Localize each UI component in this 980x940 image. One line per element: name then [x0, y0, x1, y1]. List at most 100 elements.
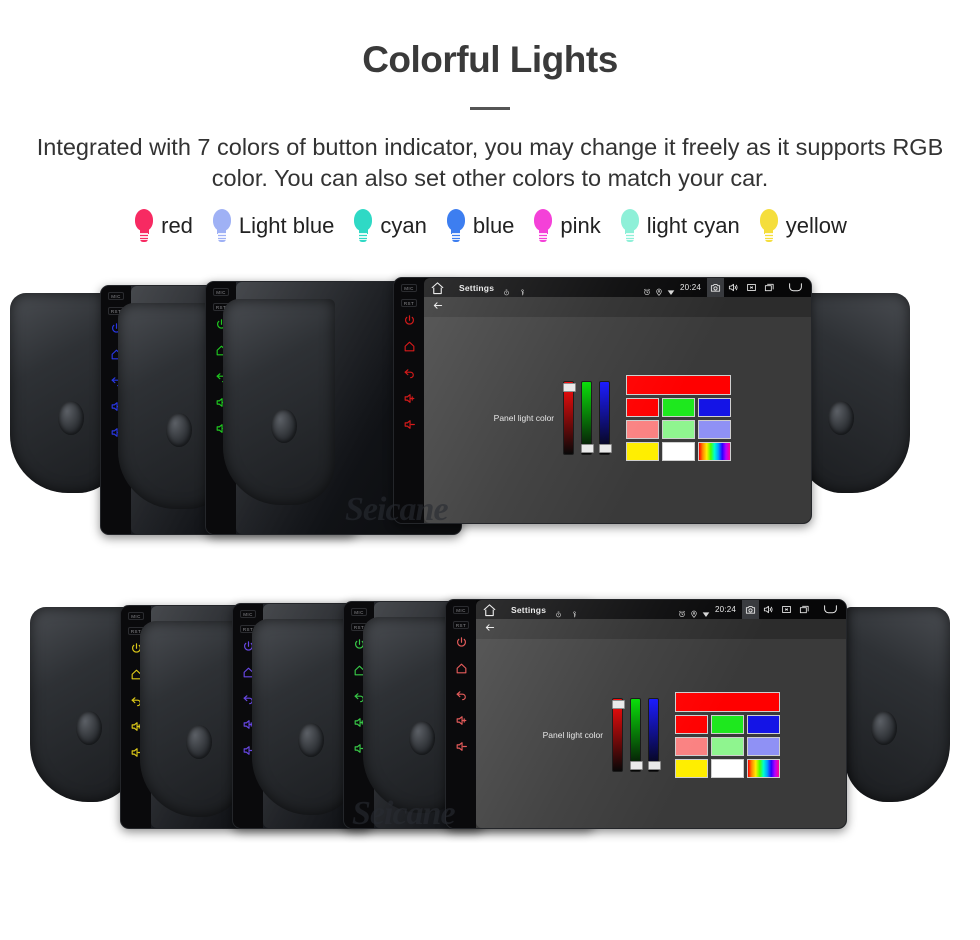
arrow-left-icon[interactable] [432, 298, 444, 316]
green-slider[interactable] [581, 380, 595, 455]
bezel-label-rst: RST [452, 621, 470, 630]
legend-item-label: pink [560, 213, 601, 239]
slider-thumb[interactable] [630, 761, 644, 771]
head-unit-red[interactable]: MIC RST Settings 20:24 Panel light color [393, 277, 812, 525]
recent-apps-icon[interactable] [761, 278, 778, 297]
trim-knob [828, 401, 854, 436]
back-icon[interactable] [403, 366, 416, 379]
volume-icon[interactable] [760, 600, 777, 619]
recent-apps-icon[interactable] [796, 600, 813, 619]
wifi-icon [667, 283, 675, 296]
swatch-1ee81e[interactable] [662, 397, 696, 417]
camera-icon[interactable] [707, 278, 724, 298]
swatch-fa8282[interactable] [626, 419, 660, 439]
location-pin-icon [655, 283, 663, 296]
legend-item-light-blue: Light blue [211, 209, 334, 243]
swatch-1ee81e[interactable] [711, 715, 745, 735]
bulb-icon [619, 209, 641, 243]
red-slider[interactable] [563, 380, 577, 455]
swatch-8ff58f[interactable] [711, 737, 745, 757]
screen-title: Settings [459, 282, 495, 293]
home-icon[interactable] [482, 603, 497, 617]
dialog-label: Panel light color [542, 730, 604, 741]
swatch-ffee00[interactable] [675, 759, 709, 779]
legend-item-pink: pink [532, 209, 601, 243]
camera-icon[interactable] [742, 600, 759, 620]
swatch-8f91f5[interactable] [698, 419, 732, 439]
button-bezel: MIC RST [394, 278, 424, 524]
blue-slider[interactable] [648, 698, 662, 773]
legend-item-label: light cyan [646, 213, 740, 239]
swatch-1414e6[interactable] [698, 397, 732, 417]
legend-item-yellow: yellow [758, 209, 847, 243]
swatch-8f91f5[interactable] [747, 737, 781, 757]
blue-slider[interactable] [599, 380, 613, 455]
app-bar [424, 297, 811, 318]
bezel-label-rst: RST [400, 299, 418, 308]
bezel-label-mic: MIC [213, 288, 229, 297]
head-unit-red[interactable]: MIC RST Settings 20:24 Panel light color [445, 599, 847, 830]
trim-knob [271, 409, 297, 444]
bezel-label-mic: MIC [453, 606, 469, 615]
home-icon[interactable] [403, 340, 416, 353]
dash-trim-right [800, 293, 910, 494]
swatch-fa8282[interactable] [675, 737, 709, 757]
volume-down-icon[interactable] [455, 740, 468, 753]
dash-trim-overlay [140, 621, 244, 818]
swatch-ffffff[interactable] [711, 759, 745, 779]
volume-icon[interactable] [725, 278, 742, 297]
swatch-rainbow[interactable] [698, 441, 732, 461]
swatch-8ff58f[interactable] [662, 419, 696, 439]
back-icon[interactable] [455, 688, 468, 701]
touch-screen[interactable]: Settings 20:24 Panel light color [424, 278, 811, 524]
bulb-icon [133, 209, 155, 243]
trim-knob [871, 711, 897, 746]
slider-thumb[interactable] [648, 761, 662, 771]
color-swatches [675, 692, 781, 779]
home-icon[interactable] [430, 281, 445, 295]
volume-up-icon[interactable] [455, 714, 468, 727]
swatch-1414e6[interactable] [747, 715, 781, 735]
power-icon[interactable] [403, 314, 416, 327]
legend-item-label: cyan [380, 213, 427, 239]
back-arrow-icon[interactable] [820, 600, 840, 619]
bezel-label-mic: MIC [240, 610, 256, 619]
rgb-sliders [563, 380, 613, 455]
stopwatch-icon [555, 605, 562, 618]
close-box-icon[interactable] [778, 600, 795, 619]
swatch-ff0000[interactable] [675, 715, 709, 735]
bezel-label-mic: MIC [351, 608, 367, 617]
red-slider[interactable] [612, 698, 626, 773]
volume-down-icon[interactable] [403, 418, 416, 431]
swatch-ffee00[interactable] [626, 441, 660, 461]
touch-screen[interactable]: Settings 20:24 Panel light color [476, 600, 846, 829]
key-icon [571, 605, 578, 618]
swatch-ff0000[interactable] [626, 397, 660, 417]
swatch-rainbow[interactable] [747, 759, 781, 779]
settings-content: Panel light color [424, 317, 811, 524]
clock: 20:24 [679, 283, 701, 293]
slider-thumb[interactable] [581, 443, 595, 453]
power-icon[interactable] [455, 636, 468, 649]
page-description: Integrated with 7 colors of button indic… [36, 133, 944, 192]
back-arrow-icon[interactable] [785, 278, 805, 297]
status-bar: Settings 20:24 [424, 278, 811, 298]
button-bezel: MIC RST [446, 600, 476, 829]
close-box-icon[interactable] [743, 278, 760, 297]
slider-thumb[interactable] [563, 382, 577, 392]
legend-item-blue: blue [445, 209, 514, 243]
legend-item-light-cyan: light cyan [619, 209, 740, 243]
bulb-icon [352, 209, 374, 243]
bulb-icon [211, 209, 233, 243]
slider-thumb[interactable] [612, 700, 626, 710]
volume-up-icon[interactable] [403, 392, 416, 405]
arrow-left-icon[interactable] [484, 620, 496, 638]
location-pin-icon [690, 605, 698, 618]
slider-thumb[interactable] [599, 443, 613, 453]
dash-trim-overlay [223, 299, 335, 506]
swatch-ffffff[interactable] [662, 441, 696, 461]
screen-title: Settings [511, 604, 547, 615]
green-slider[interactable] [630, 698, 644, 773]
home-icon[interactable] [455, 662, 468, 675]
panel-light-color-dialog: Panel light color [542, 692, 781, 779]
